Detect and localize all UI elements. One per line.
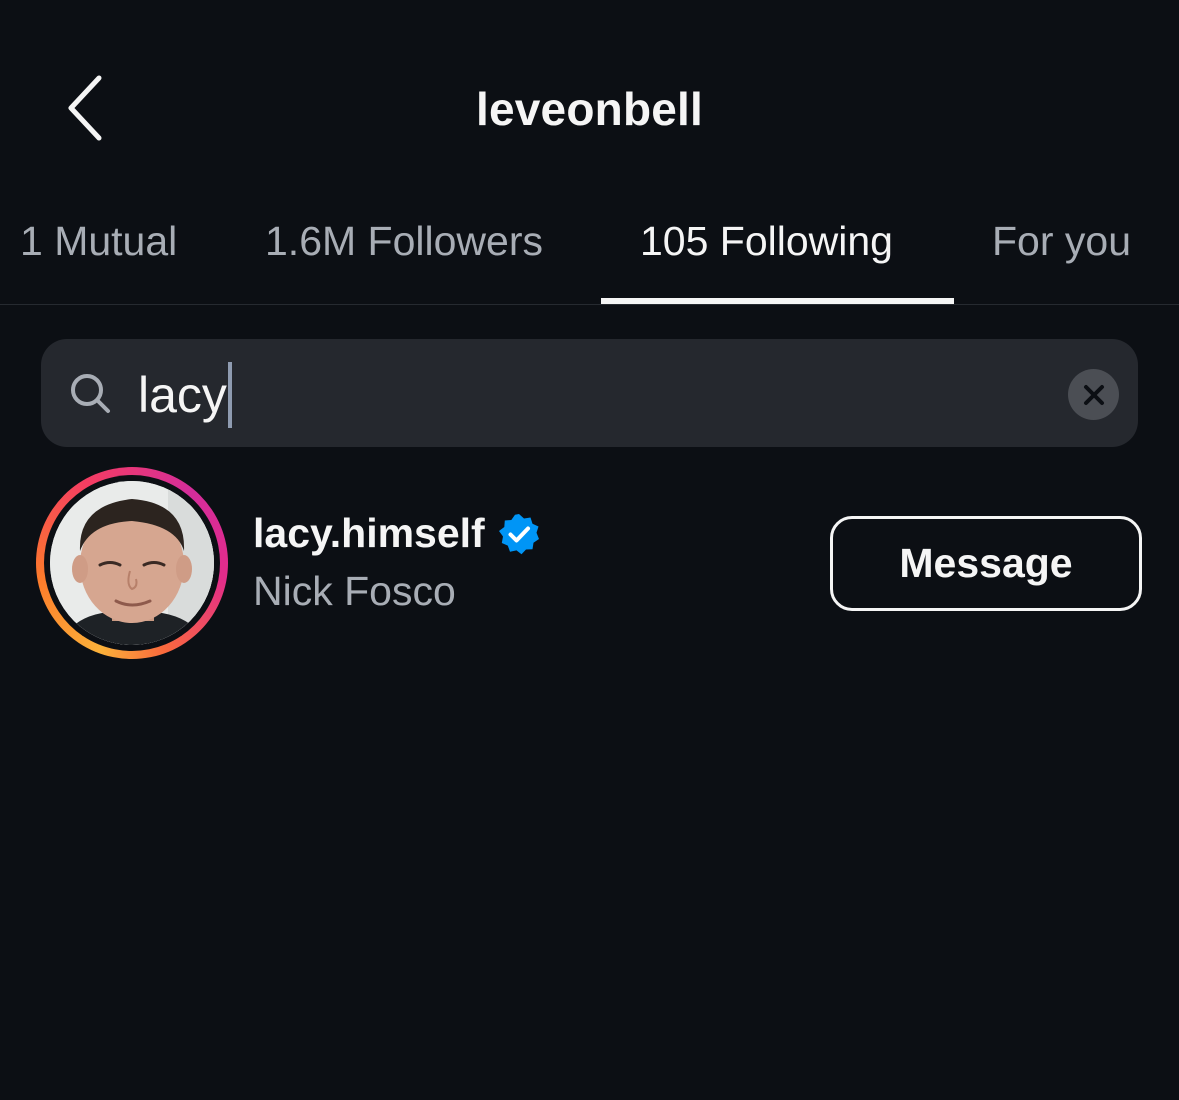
avatar [50,481,214,645]
username-row[interactable]: lacy.himself [253,510,541,557]
tab-for-you[interactable]: For you [992,218,1131,265]
tab-mutual[interactable]: 1 Mutual [20,218,177,265]
search-icon [71,374,110,413]
active-tab-indicator [601,298,954,304]
story-ring[interactable] [36,467,228,659]
page-title: leveonbell [476,83,703,135]
text-cursor [227,362,232,428]
search-input[interactable]: lacy [138,362,232,428]
verified-badge-icon [498,513,539,554]
search-input-text: lacy [138,367,227,423]
tab-following[interactable]: 105 Following [640,218,893,265]
tab-bar: 1 Mutual 1.6M Followers 105 Following Fo… [0,200,1179,305]
tab-followers[interactable]: 1.6M Followers [265,218,543,265]
full-name: Nick Fosco [253,568,456,614]
header: leveonbell [0,0,1179,200]
message-button[interactable]: Message [830,516,1142,611]
avatar-photo [50,481,214,645]
username[interactable]: lacy.himself [253,510,485,557]
clear-search-button[interactable] [1068,369,1119,420]
close-icon [1083,384,1104,405]
